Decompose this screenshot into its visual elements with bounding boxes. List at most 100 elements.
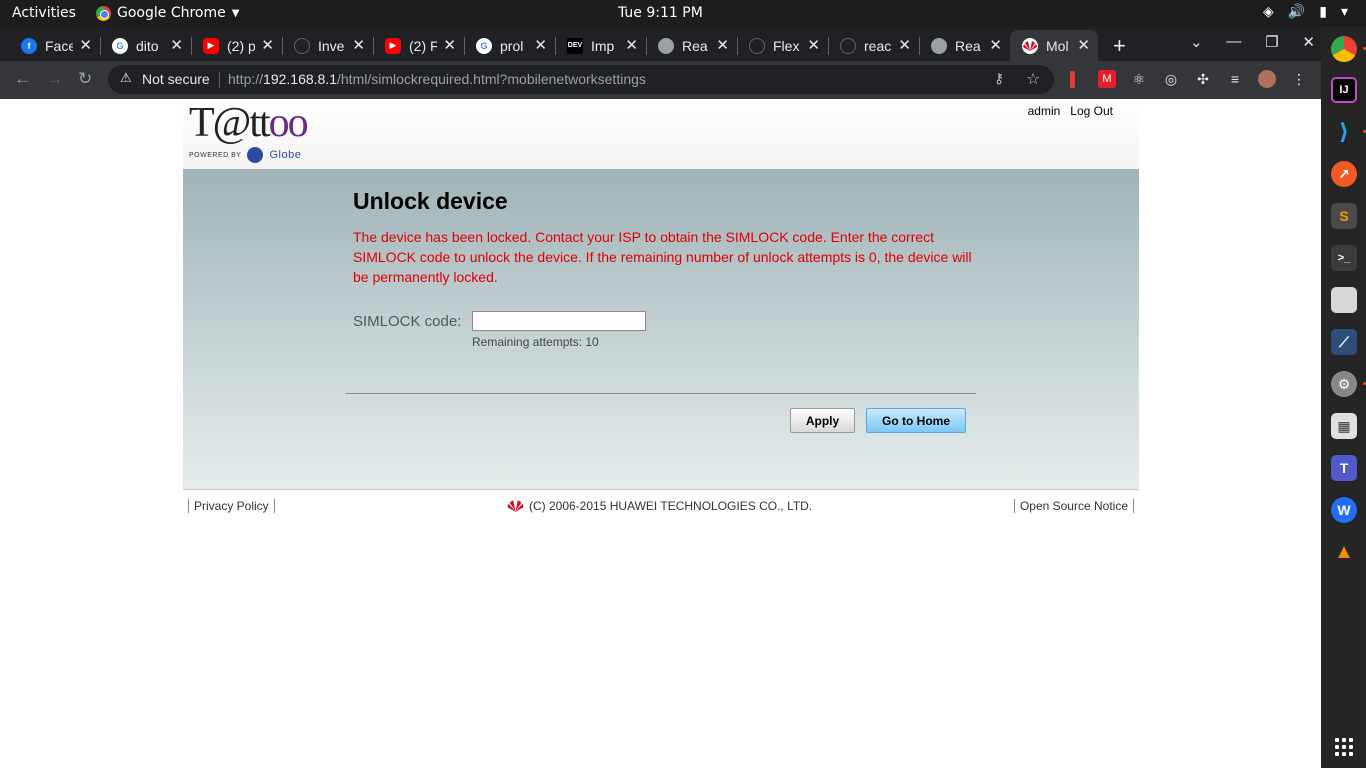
chrome-icon[interactable]: [1331, 36, 1357, 62]
huawei-logo-icon: [507, 499, 524, 513]
tab-search-icon[interactable]: ⌄: [1190, 33, 1203, 51]
tab-active[interactable]: Mol ✕: [1010, 30, 1098, 61]
privacy-policy-link[interactable]: Privacy Policy: [188, 499, 275, 513]
tab-title: (2) p: [227, 37, 255, 54]
url-scheme: http://: [228, 71, 264, 87]
powered-by-text: POWERED BY: [189, 151, 242, 159]
activities-button[interactable]: Activities: [12, 5, 76, 21]
window-controls: ⌄ — ❐ ✕: [1190, 33, 1315, 51]
tab[interactable]: G dito ✕: [100, 30, 191, 61]
unlock-panel: Unlock device The device has been locked…: [183, 169, 1139, 489]
maximize-icon[interactable]: ❐: [1265, 33, 1278, 51]
google-icon: G: [476, 37, 492, 54]
media-icon[interactable]: ≡: [1226, 70, 1244, 88]
sublime-icon[interactable]: S: [1331, 203, 1357, 229]
go-to-home-button[interactable]: Go to Home: [866, 408, 966, 433]
tab-title: Inve: [318, 37, 345, 54]
close-icon[interactable]: ✕: [898, 36, 911, 54]
new-tab-button[interactable]: +: [1113, 33, 1126, 59]
close-icon[interactable]: ✕: [443, 36, 456, 54]
close-icon[interactable]: ✕: [261, 36, 274, 54]
app-menu[interactable]: Google Chrome ▼: [96, 5, 239, 21]
admin-link[interactable]: admin: [1028, 104, 1061, 118]
logo-text: T@tt: [189, 100, 271, 146]
tab[interactable]: Flex ✕: [737, 30, 828, 61]
settings-icon[interactable]: ⚙: [1331, 371, 1357, 397]
close-window-icon[interactable]: ✕: [1302, 33, 1315, 51]
close-icon[interactable]: ✕: [625, 36, 638, 54]
facebook-icon: f: [21, 37, 37, 54]
vscode-icon[interactable]: ⟩: [1331, 119, 1357, 145]
puzzle-icon[interactable]: ✣: [1194, 70, 1212, 88]
intellij-icon[interactable]: IJ: [1331, 77, 1357, 103]
logout-link[interactable]: Log Out: [1070, 104, 1113, 118]
files-icon[interactable]: [1331, 287, 1357, 313]
key-icon[interactable]: ⚷: [994, 70, 1004, 87]
github-icon: [840, 37, 856, 54]
react-devtools-icon[interactable]: ⚛: [1130, 70, 1148, 88]
youtube-icon: ▶: [385, 37, 401, 54]
tab-title: (2) F: [409, 37, 437, 54]
close-icon[interactable]: ✕: [716, 36, 729, 54]
extension-icon[interactable]: M: [1098, 70, 1116, 88]
back-icon[interactable]: ←: [14, 69, 31, 89]
close-icon[interactable]: ✕: [170, 36, 183, 54]
page-title: Unlock device: [353, 188, 508, 214]
close-icon[interactable]: ✕: [79, 36, 92, 54]
mysql-workbench-icon[interactable]: ⟋: [1331, 329, 1357, 355]
security-chip[interactable]: Not secure: [142, 71, 210, 87]
terminal-icon[interactable]: >_: [1331, 245, 1357, 271]
extension-icon[interactable]: ▌: [1066, 70, 1084, 88]
warning-icon[interactable]: ⚠: [120, 70, 132, 86]
tab-title: Mol: [1046, 37, 1069, 54]
tab-title: reac: [864, 37, 892, 54]
bookmark-star-icon[interactable]: ☆: [1026, 69, 1040, 89]
clock[interactable]: Tue 9:11 PM: [618, 5, 703, 21]
tab-title: Flex: [773, 37, 800, 54]
tab[interactable]: G prol ✕: [464, 30, 555, 61]
close-icon[interactable]: ✕: [352, 36, 365, 54]
tab[interactable]: ▶ (2) p ✕: [191, 30, 282, 61]
forward-icon[interactable]: →: [46, 69, 63, 89]
caret-down-icon: ▼: [231, 7, 240, 19]
dev-icon: DEV: [567, 37, 583, 54]
simlock-code-input[interactable]: [472, 311, 646, 331]
postman-icon[interactable]: ↗: [1331, 161, 1357, 187]
tab[interactable]: DEV Imp ✕: [555, 30, 646, 61]
vlc-icon[interactable]: ▲: [1331, 539, 1357, 565]
chrome-icon: [96, 5, 111, 21]
profile-avatar[interactable]: [1258, 70, 1276, 88]
close-icon[interactable]: ✕: [1077, 36, 1090, 54]
show-applications-icon[interactable]: [1335, 738, 1353, 756]
tab[interactable]: Rea ✕: [646, 30, 737, 61]
tab[interactable]: Rea ✕: [919, 30, 1010, 61]
reload-icon[interactable]: ↻: [78, 69, 92, 89]
tab[interactable]: Inve ✕: [282, 30, 373, 61]
calculator-icon[interactable]: ▦: [1331, 413, 1357, 439]
url-text[interactable]: http://192.168.8.1/html/simlockrequired.…: [228, 71, 646, 87]
target-icon[interactable]: ◎: [1162, 70, 1180, 88]
apply-button[interactable]: Apply: [790, 408, 855, 433]
system-tray[interactable]: ◈ 🔊 ▮ ▾: [1263, 4, 1348, 20]
globe-icon: [931, 37, 947, 54]
close-icon[interactable]: ✕: [807, 36, 820, 54]
tab[interactable]: f Face ✕: [9, 30, 100, 61]
teams-icon[interactable]: T: [1331, 455, 1357, 481]
tab-title: Face: [45, 37, 73, 54]
minimize-icon[interactable]: —: [1226, 33, 1241, 51]
tab-title: Rea: [682, 37, 708, 54]
copyright: (C) 2006-2015 HUAWEI TECHNOLOGIES CO., L…: [507, 499, 812, 513]
wps-icon[interactable]: W: [1331, 497, 1357, 523]
tab[interactable]: reac ✕: [828, 30, 919, 61]
hexagon-icon: [749, 37, 765, 54]
battery-icon: ▮: [1319, 4, 1327, 20]
power-menu-caret-icon: ▾: [1340, 4, 1348, 20]
address-bar[interactable]: ⚠ Not secure http://192.168.8.1/html/sim…: [108, 65, 1054, 94]
tab[interactable]: ▶ (2) F ✕: [373, 30, 464, 61]
close-icon[interactable]: ✕: [989, 36, 1002, 54]
kebab-menu-icon[interactable]: ⋮: [1290, 70, 1308, 88]
remaining-attempts: Remaining attempts: 10: [472, 335, 599, 349]
open-source-notice-link[interactable]: Open Source Notice: [1013, 499, 1134, 513]
globe-logo-icon: [247, 147, 264, 163]
close-icon[interactable]: ✕: [534, 36, 547, 54]
